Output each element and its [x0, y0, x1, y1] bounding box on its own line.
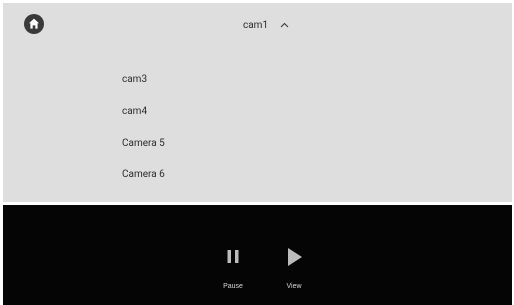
- pause-button[interactable]: Pause: [220, 245, 246, 290]
- home-button[interactable]: [24, 14, 44, 34]
- pause-icon: [227, 250, 239, 263]
- playback-control-bar: Pause View: [3, 205, 512, 305]
- camera-dropdown-value: cam1: [243, 19, 269, 31]
- dropdown-item-camera-6[interactable]: Camera 6: [122, 168, 165, 182]
- chevron-up-icon: [280, 22, 289, 28]
- camera-dropdown[interactable]: cam1: [243, 17, 289, 33]
- view-label: View: [286, 283, 302, 290]
- view-button[interactable]: View: [281, 245, 307, 290]
- dropdown-item-camera-5[interactable]: Camera 5: [122, 137, 165, 151]
- dropdown-item-cam3[interactable]: cam3: [122, 73, 147, 87]
- pause-label: Pause: [223, 283, 243, 290]
- dropdown-item-cam4[interactable]: cam4: [122, 105, 147, 119]
- play-icon: [288, 248, 302, 266]
- camera-select-panel: cam1 cam3 cam4 Camera 5 Camera 6: [3, 3, 512, 202]
- home-icon: [24, 14, 44, 34]
- camera-viewer-screen: cam1 cam3 cam4 Camera 5 Camera 6 Pause V…: [0, 0, 514, 305]
